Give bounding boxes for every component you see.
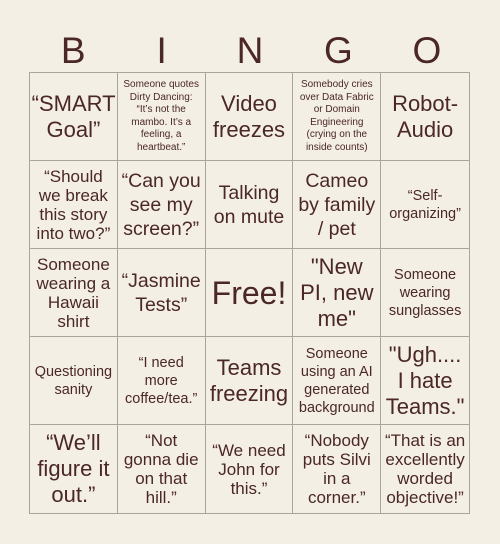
bingo-cell-i2[interactable]: “Can you see my screen?” xyxy=(117,161,206,249)
header-letter-b: B xyxy=(60,30,86,71)
bingo-cell-g4[interactable]: Someone using an AI generated background xyxy=(293,337,382,425)
bingo-cell-n3[interactable]: Free! xyxy=(205,249,294,337)
bingo-cell-o1[interactable]: Robot-Audio xyxy=(381,73,469,161)
bingo-cell-text: "New PI, new me" xyxy=(300,253,374,331)
bingo-cell-text: “Can you see my screen?” xyxy=(121,169,201,240)
header-letter-n: N xyxy=(236,30,264,71)
bingo-cell-o3[interactable]: Someone wearing sunglasses xyxy=(381,249,469,337)
bingo-cell-text: Free! xyxy=(211,274,287,311)
bingo-cell-b5[interactable]: “We’ll figure it out.” xyxy=(30,425,118,513)
bingo-cell-text: “SMART Goal” xyxy=(31,90,116,142)
bingo-cell-text: Someone using an AI generated background xyxy=(298,345,375,416)
bingo-cell-g5[interactable]: “Nobody puts Silvi in a corner.” xyxy=(293,425,382,513)
bingo-cell-text: Talking on mute xyxy=(213,181,285,228)
bingo-grid: “SMART Goal” Someone quotes Dirty Dancing… xyxy=(29,72,470,514)
bingo-cell-b2[interactable]: “Should we break this story into two?” xyxy=(30,161,118,249)
bingo-cell-b4[interactable]: Questioning sanity xyxy=(30,337,118,425)
bingo-cell-text: “Self-organizing” xyxy=(389,187,461,222)
bingo-cell-text: "Ugh.... I hate Teams." xyxy=(385,341,465,419)
bingo-cell-g2[interactable]: Cameo by family / pet xyxy=(293,161,382,249)
bingo-cell-n5[interactable]: “We need John for this.” xyxy=(206,425,294,513)
bingo-cell-text: “That is an excellently worded objective… xyxy=(384,431,466,507)
bingo-cell-i4[interactable]: “I need more coffee/tea.” xyxy=(117,337,206,425)
bingo-cell-n1[interactable]: Video freezes xyxy=(205,73,294,161)
bingo-cell-text: Someone quotes Dirty Dancing: “It’s not … xyxy=(123,79,199,153)
bingo-cell-text: Somebody cries over Data Fabric or Domai… xyxy=(299,79,374,153)
bingo-cell-text: “Should we break this story into two?” xyxy=(36,166,111,243)
bingo-cell-o4[interactable]: "Ugh.... I hate Teams." xyxy=(381,337,469,425)
bingo-cell-text: “We’ll figure it out.” xyxy=(37,430,110,507)
bingo-cell-g3[interactable]: "New PI, new me" xyxy=(293,249,382,337)
header-letter-o: O xyxy=(412,30,442,71)
bingo-cell-text: Questioning sanity xyxy=(34,363,113,398)
bingo-cell-b1[interactable]: “SMART Goal” xyxy=(30,73,118,161)
bingo-cell-text: Teams freezing xyxy=(209,354,289,406)
bingo-cell-n4[interactable]: Teams freezing xyxy=(205,337,294,425)
bingo-cell-g1[interactable]: Somebody cries over Data Fabric or Domai… xyxy=(293,73,382,161)
bingo-cell-text: “Nobody puts Silvi in a corner.” xyxy=(302,431,371,507)
bingo-cell-b3[interactable]: Someone wearing a Hawaii shirt xyxy=(30,249,118,337)
bingo-cell-text: Cameo by family / pet xyxy=(298,169,376,240)
bingo-cell-i3[interactable]: “Jasmine Tests” xyxy=(117,249,206,337)
bingo-cell-o5[interactable]: “That is an excellently worded objective… xyxy=(381,425,469,513)
bingo-cell-text: “Not gonna die on that hill.” xyxy=(123,431,199,507)
bingo-cell-text: “Jasmine Tests” xyxy=(121,269,201,316)
bingo-cell-text: “I need more coffee/tea.” xyxy=(125,354,198,407)
bingo-cell-text: Someone wearing a Hawaii shirt xyxy=(36,254,111,331)
bingo-cell-n2[interactable]: Talking on mute xyxy=(205,161,294,249)
bingo-header: B I N G O xyxy=(29,28,471,73)
header-letter-g: G xyxy=(324,30,353,71)
bingo-cell-text: Robot-Audio xyxy=(392,90,459,142)
header-letter-i: I xyxy=(156,30,167,71)
bingo-cell-text: Someone wearing sunglasses xyxy=(388,266,462,319)
bingo-cell-text: “We need John for this.” xyxy=(212,440,286,498)
bingo-cell-text: Video freezes xyxy=(212,90,286,142)
bingo-cell-i5[interactable]: “Not gonna die on that hill.” xyxy=(118,425,206,513)
bingo-cell-o2[interactable]: “Self-organizing” xyxy=(381,161,469,249)
bingo-cell-i1[interactable]: Someone quotes Dirty Dancing: “It’s not … xyxy=(117,73,206,161)
